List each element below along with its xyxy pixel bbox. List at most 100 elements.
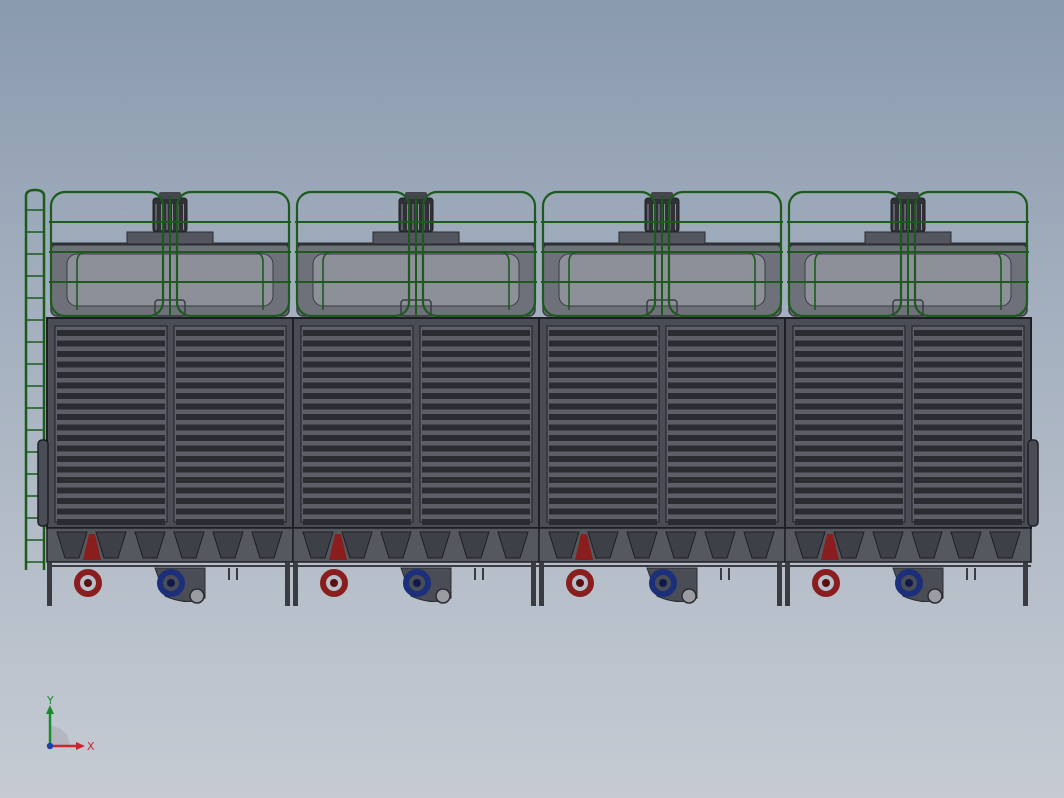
louver-slat xyxy=(57,508,165,515)
louver-slat xyxy=(176,487,284,494)
louver-slat xyxy=(176,351,284,357)
louver-slat xyxy=(303,519,411,525)
louver-slat xyxy=(422,403,530,410)
louver-slat xyxy=(422,351,530,357)
louver-slat xyxy=(422,466,530,473)
coordinate-triad: Y X xyxy=(46,696,95,753)
support-leg xyxy=(47,562,52,606)
louver-slat xyxy=(795,435,903,441)
louver-slat xyxy=(668,393,776,399)
louver-slat xyxy=(795,330,903,336)
louver-slat xyxy=(57,424,165,431)
louver-slat xyxy=(668,477,776,483)
louver-slat xyxy=(668,508,776,515)
louver-slat xyxy=(422,372,530,378)
support-leg xyxy=(539,562,544,606)
louver-slat xyxy=(549,393,657,399)
louver-slat xyxy=(795,466,903,473)
louver-slat xyxy=(549,351,657,357)
louver-slat xyxy=(422,477,530,483)
louver-slat xyxy=(795,477,903,483)
triad-plane-shading xyxy=(50,726,70,746)
louver-slat xyxy=(549,340,657,347)
louver-slat xyxy=(795,382,903,389)
louver-slat xyxy=(668,372,776,378)
support-leg xyxy=(1023,562,1028,606)
louver-slat xyxy=(303,477,411,483)
louver-slat xyxy=(914,466,1022,473)
louver-slat xyxy=(668,498,776,504)
louver-slat xyxy=(57,487,165,494)
cold-water-pipe-bore xyxy=(413,579,421,587)
support-leg xyxy=(777,562,782,606)
cooling-tower-model[interactable] xyxy=(0,0,1064,798)
louver-slat xyxy=(914,477,1022,483)
louver-slat xyxy=(795,340,903,347)
louver-slat xyxy=(668,435,776,441)
louver-slat xyxy=(176,414,284,420)
drain-valve xyxy=(681,588,697,604)
louver-slat xyxy=(422,498,530,504)
louver-slat xyxy=(549,477,657,483)
louver-slat xyxy=(176,445,284,452)
tower-module xyxy=(46,190,294,606)
z-axis-dot xyxy=(46,742,54,750)
louver-slat xyxy=(422,361,530,368)
louver-slat xyxy=(57,466,165,473)
louver-slat xyxy=(57,372,165,378)
louver-slat xyxy=(914,351,1022,357)
louver-slat xyxy=(914,424,1022,431)
louver-slat xyxy=(422,435,530,441)
louver-slat xyxy=(176,382,284,389)
cold-water-pipe-bore xyxy=(167,579,175,587)
louver-slat xyxy=(303,393,411,399)
louver-slat xyxy=(57,414,165,420)
x-axis-label: X xyxy=(87,740,95,753)
louver-slat xyxy=(914,403,1022,410)
louver-slat xyxy=(303,456,411,462)
louver-slat xyxy=(668,340,776,347)
louver-slat xyxy=(795,414,903,420)
louver-slat xyxy=(795,498,903,504)
louver-slat xyxy=(57,330,165,336)
louver-slat xyxy=(422,393,530,399)
louver-slat xyxy=(176,477,284,483)
louver-slat xyxy=(549,519,657,525)
hot-water-pipe-bore xyxy=(576,579,584,587)
drain-valve xyxy=(927,588,943,604)
louver-slat xyxy=(795,403,903,410)
hot-water-pipe-bore xyxy=(84,579,92,587)
louver-slat xyxy=(57,351,165,357)
louver-slat xyxy=(549,487,657,494)
louver-slat xyxy=(795,508,903,515)
louver-slat xyxy=(422,340,530,347)
louver-slat xyxy=(176,393,284,399)
louver-slat xyxy=(914,435,1022,441)
louver-slat xyxy=(668,519,776,525)
louver-slat xyxy=(422,445,530,452)
louver-slat xyxy=(303,330,411,336)
louver-slat xyxy=(549,414,657,420)
cold-water-pipe-bore xyxy=(659,579,667,587)
cad-viewport[interactable]: Y X xyxy=(0,0,1064,798)
louver-slat xyxy=(795,445,903,452)
louver-slat xyxy=(668,382,776,389)
louver-slat xyxy=(795,361,903,368)
louver-slat xyxy=(176,435,284,441)
louver-slat xyxy=(422,424,530,431)
tower-module xyxy=(292,190,540,606)
louver-slat xyxy=(57,382,165,389)
drain-valve xyxy=(435,588,451,604)
x-axis-arrowhead xyxy=(76,742,85,750)
louver-slat xyxy=(176,403,284,410)
louver-slat xyxy=(914,330,1022,336)
louver-slat xyxy=(549,498,657,504)
ladder-top-bend xyxy=(24,188,46,197)
louver-slat xyxy=(57,361,165,368)
louver-slat xyxy=(303,435,411,441)
louver-slat xyxy=(668,361,776,368)
louver-slat xyxy=(57,393,165,399)
louver-slat xyxy=(668,445,776,452)
louver-slat xyxy=(549,361,657,368)
louver-slat xyxy=(795,372,903,378)
